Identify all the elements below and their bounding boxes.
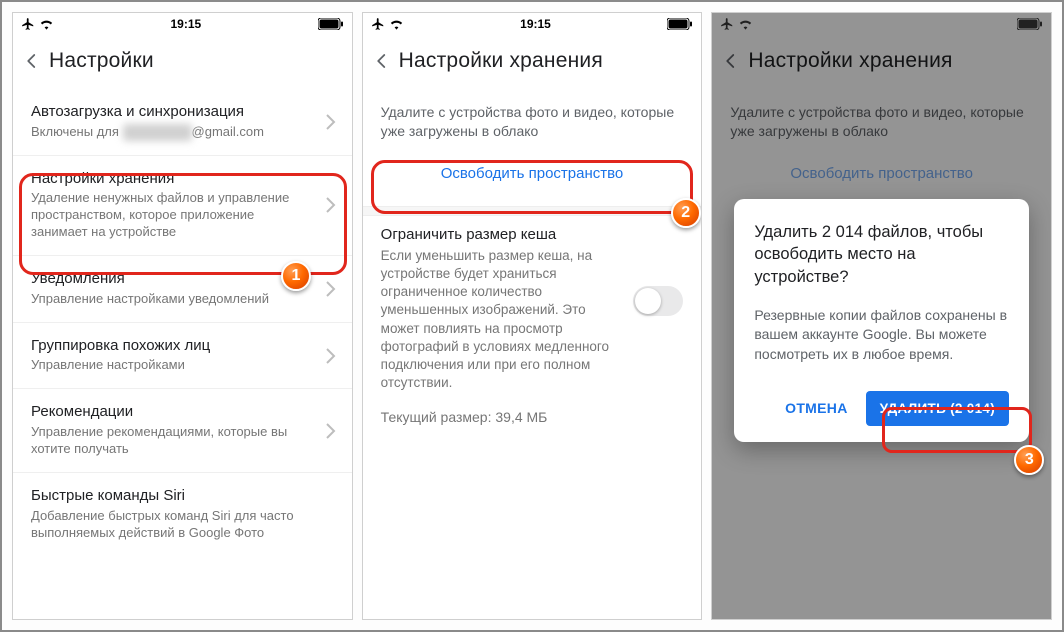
battery-icon <box>667 18 693 30</box>
airplane-mode-icon <box>371 17 385 31</box>
row-label: Группировка похожих лиц <box>31 337 314 356</box>
airplane-mode-icon <box>21 17 35 31</box>
row-autoupload[interactable]: Автозагрузка и синхронизация Включены дл… <box>13 89 352 156</box>
row-sub: Управление рекомендациями, которые вы хо… <box>31 424 314 458</box>
status-bar: 19:15 <box>363 13 702 35</box>
row-label: Быстрые команды Siri <box>31 487 336 506</box>
battery-icon <box>318 18 344 30</box>
screen-2-storage-settings: 19:15 Настройки хранения Удалите с устро… <box>362 12 703 620</box>
page-title: Настройки <box>49 49 154 73</box>
chevron-right-icon <box>326 348 336 364</box>
row-sub: Управление настройками <box>31 357 314 374</box>
wifi-icon <box>389 18 404 30</box>
row-label: Автозагрузка и синхронизация <box>31 103 314 122</box>
dialog-delete-button[interactable]: УДАЛИТЬ (2 014) <box>866 391 1009 426</box>
chevron-right-icon <box>326 281 336 297</box>
row-face-grouping[interactable]: Группировка похожих лиц Управление настр… <box>13 323 352 390</box>
step-badge-2: 2 <box>671 198 701 228</box>
cache-current-size: Текущий размер: 39,4 МБ <box>381 409 684 425</box>
row-sub: Управление настройками уведомлений <box>31 291 314 308</box>
row-sub: Добавление быстрых команд Siri для часто… <box>31 508 336 542</box>
section-divider <box>363 206 702 216</box>
chevron-left-icon <box>23 52 41 70</box>
status-bar: 19:15 <box>13 13 352 35</box>
cache-description: Если уменьшить размер кеша, на устройств… <box>381 247 624 393</box>
chevron-left-icon <box>373 52 391 70</box>
back-button[interactable] <box>21 50 43 72</box>
nav-header: Настройки <box>13 35 352 89</box>
storage-note: Удалите с устройства фото и видео, котор… <box>363 89 702 151</box>
free-up-space-button[interactable]: Освободить пространство <box>377 151 688 196</box>
dialog-message: Резервные копии файлов сохранены в вашем… <box>754 306 1009 365</box>
delete-confirm-dialog: Удалить 2 014 файлов, чтобы освободить м… <box>734 199 1029 442</box>
row-sub: Удаление ненужных файлов и управление пр… <box>31 190 314 241</box>
row-label: Рекомендации <box>31 403 314 422</box>
screen-3-delete-dialog: Настройки хранения Удалите с устройства … <box>711 12 1052 620</box>
wifi-icon <box>39 18 54 30</box>
dialog-title: Удалить 2 014 файлов, чтобы освободить м… <box>754 221 1009 288</box>
chevron-right-icon <box>326 114 336 130</box>
cache-section: Ограничить размер кеша Если уменьшить ра… <box>363 216 702 425</box>
chevron-right-icon <box>326 423 336 439</box>
cache-limit-toggle[interactable] <box>633 286 683 316</box>
page-title: Настройки хранения <box>399 49 603 73</box>
row-sub: Включены для xxxxxxxxxx@gmail.com <box>31 124 314 141</box>
row-label: Настройки хранения <box>31 170 314 189</box>
screen-1-settings: 19:15 Настройки Автозагрузка и синхрониз… <box>12 12 353 620</box>
row-label: Уведомления <box>31 270 314 289</box>
nav-header: Настройки хранения <box>363 35 702 89</box>
status-time: 19:15 <box>170 17 201 31</box>
row-siri-shortcuts[interactable]: Быстрые команды Siri Добавление быстрых … <box>13 473 352 556</box>
back-button[interactable] <box>371 50 393 72</box>
row-storage-settings[interactable]: Настройки хранения Удаление ненужных фай… <box>13 156 352 256</box>
status-time: 19:15 <box>520 17 551 31</box>
row-recommendations[interactable]: Рекомендации Управление рекомендациями, … <box>13 389 352 473</box>
cache-title: Ограничить размер кеша <box>381 226 624 243</box>
step-badge-1: 1 <box>281 261 311 291</box>
dialog-cancel-button[interactable]: ОТМЕНА <box>779 392 853 424</box>
settings-list: Автозагрузка и синхронизация Включены дл… <box>13 89 352 619</box>
chevron-right-icon <box>326 197 336 213</box>
